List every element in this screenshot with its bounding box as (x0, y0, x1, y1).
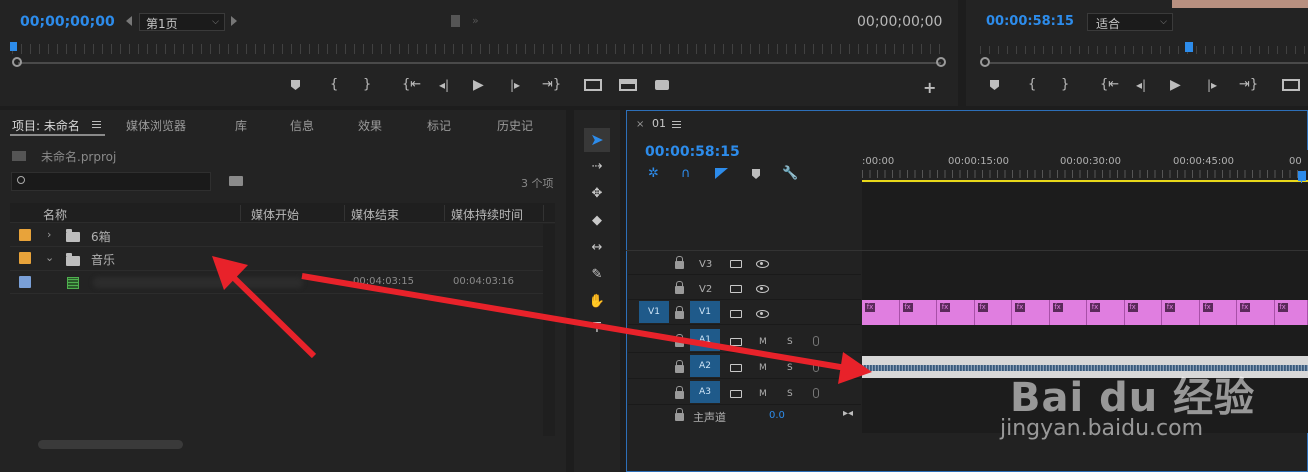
watermark-url: jingyan.baidu.com (1000, 416, 1204, 441)
arrow-line-left (229, 273, 317, 359)
watermark-logo: Bai du 经验 (1010, 375, 1256, 421)
arrow-line-right (301, 273, 847, 371)
arrowhead-right-icon (838, 352, 872, 384)
